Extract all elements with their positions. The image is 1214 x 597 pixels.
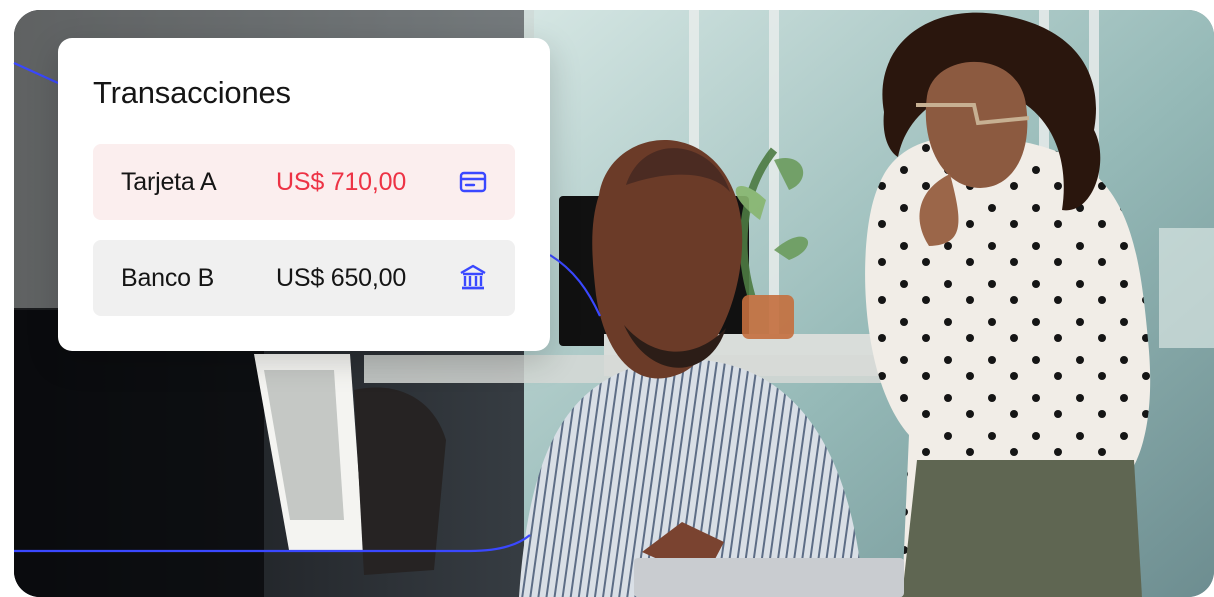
transactions-card: Transacciones Tarjeta A US$ 710,00 Banco… [58, 38, 550, 351]
transaction-amount: US$ 650,00 [276, 264, 407, 292]
transactions-list: Tarjeta A US$ 710,00 Banco B US$ 650,00 [93, 144, 515, 316]
transaction-row-bank-b[interactable]: Banco B US$ 650,00 [93, 240, 515, 316]
hero-stage: Transacciones Tarjeta A US$ 710,00 Banco… [0, 0, 1214, 597]
transaction-name: Tarjeta A [121, 168, 217, 196]
transaction-name: Banco B [121, 264, 215, 292]
credit-card-icon [459, 171, 487, 193]
bank-icon [460, 264, 486, 290]
transaction-row-card-a[interactable]: Tarjeta A US$ 710,00 [93, 144, 515, 220]
transactions-title: Transacciones [93, 75, 291, 110]
transaction-amount: US$ 710,00 [276, 168, 407, 196]
